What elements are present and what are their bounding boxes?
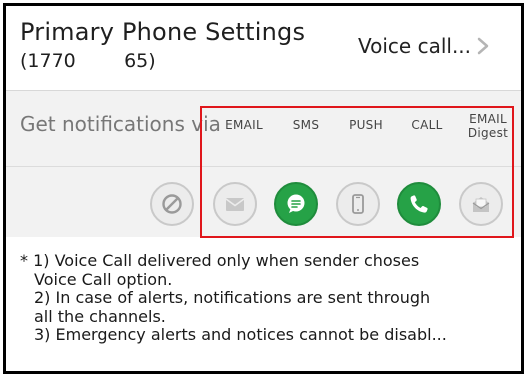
page-title: Primary Phone Settings xyxy=(20,18,306,46)
email-digest-icon xyxy=(472,197,490,212)
note-line-3: 2) In case of alerts, notifications are … xyxy=(34,289,431,307)
note-line-4: all the channels. xyxy=(34,307,166,326)
chevron-right-icon xyxy=(477,37,489,55)
email-toggle[interactable] xyxy=(213,182,257,226)
phone-settings-panel: Primary Phone Settings (1770 65) Voice c… xyxy=(3,3,524,374)
voice-call-option-label: Voice call... xyxy=(358,34,472,58)
email-digest-toggle[interactable] xyxy=(459,182,503,226)
phone-handset-icon xyxy=(410,195,428,213)
note-line-5: 3) Emergency alerts and notices cannot b… xyxy=(34,326,447,344)
note-line-1: * 1) Voice Call delivered only when send… xyxy=(20,252,420,270)
channel-label-email-digest-line1: EMAIL xyxy=(469,112,507,126)
notifications-label: Get notifications via xyxy=(20,112,221,136)
channel-label-email-digest-line2: Digest xyxy=(467,126,509,140)
no-symbol-icon xyxy=(162,194,182,214)
channel-label-email-digest: EMAIL Digest xyxy=(456,112,520,140)
note-line-2: Voice Call option. xyxy=(34,270,173,289)
call-toggle[interactable] xyxy=(397,182,441,226)
chat-bubble-icon xyxy=(287,194,305,213)
notes-section: * 1) Voice Call delivered only when send… xyxy=(20,252,515,345)
voice-call-option-link[interactable]: Voice call... xyxy=(358,34,489,58)
channel-label-sms: SMS xyxy=(292,118,320,132)
phone-number: (1770 65) xyxy=(20,50,156,72)
email-icon xyxy=(225,198,245,211)
channel-label-call: CALL xyxy=(411,118,443,132)
channel-label-email: EMAIL xyxy=(225,118,263,132)
sms-toggle[interactable] xyxy=(274,182,318,226)
disable-all-button[interactable] xyxy=(150,182,194,226)
mobile-phone-icon xyxy=(352,194,364,214)
push-toggle[interactable] xyxy=(336,182,380,226)
settings-header: Primary Phone Settings (1770 65) Voice c… xyxy=(6,6,521,90)
channel-label-push: PUSH xyxy=(349,118,383,132)
channels-divider xyxy=(6,166,521,167)
